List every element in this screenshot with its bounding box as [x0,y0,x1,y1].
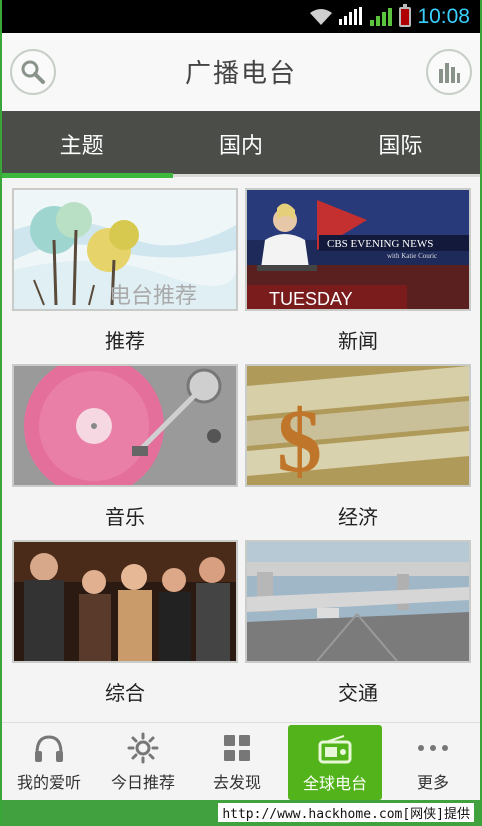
signal-3g-icon [339,6,363,25]
battery-low-icon [399,3,412,27]
news-image-caption-3: TUESDAY [269,289,353,309]
nav-my-favorites[interactable]: 我的爱听 [2,723,96,800]
nav-more[interactable]: 更多 [386,723,480,800]
tab-bar: 主题 国内 国际 [2,111,480,177]
nav-global-radio[interactable]: 全球电台 [288,725,382,800]
nav-label: 去发现 [212,772,261,792]
category-news[interactable]: CBS EVENING NEWS with Katie Couric TUESD… [245,188,471,354]
economy-thumbnail: $ [245,364,471,487]
category-label: 经济 [338,505,378,529]
category-general[interactable]: 综合 [12,540,238,706]
category-label: 综合 [105,681,145,705]
equalizer-icon [439,63,460,83]
clock: 10:08 [417,4,470,28]
category-traffic[interactable]: 交通 [245,540,471,706]
sun-icon [127,732,159,763]
category-economy[interactable]: $ 经济 [245,364,471,530]
news-image-caption-2: with Katie Couric [387,252,437,260]
bottom-nav: 我的爱听 今日推荐 去发现 全球电台 更多 [2,722,480,800]
music-illustration [14,366,236,485]
title-bar: 广播电台 [2,33,480,111]
category-label: 音乐 [105,505,145,529]
category-grid: 电台推荐 推荐 CBS EVENING NEWS with Katie Cour… [2,178,480,722]
music-thumbnail [12,364,238,487]
traffic-thumbnail [245,540,471,663]
app-frame: 10:08 广播电台 主题 国内 国际 电台推荐 推荐 CBS EVENING … [0,0,482,826]
status-bar: 10:08 [2,0,480,33]
nav-label: 我的爱听 [16,772,81,792]
category-label: 交通 [338,681,378,705]
category-label: 新闻 [338,329,378,353]
category-recommend[interactable]: 电台推荐 推荐 [12,188,238,354]
more-dots-icon [418,744,448,751]
nav-today-recommend[interactable]: 今日推荐 [96,723,190,800]
news-illustration: CBS EVENING NEWS with Katie Couric TUESD… [247,190,469,309]
footer-bar: http://www.hackhome.com[网侠]提供 [2,800,480,826]
equalizer-button[interactable] [426,49,472,95]
nav-label: 今日推荐 [110,772,175,792]
status-icons: 10:08 [309,3,470,29]
nav-label: 更多 [416,772,449,792]
svg-text:$: $ [277,392,322,485]
traffic-illustration [247,542,469,661]
category-music[interactable]: 音乐 [12,364,238,530]
headphones-icon [35,734,63,762]
economy-illustration: $ [247,366,469,485]
tab-domestic[interactable]: 国内 [161,111,320,177]
radio-icon [318,734,352,763]
nav-label: 全球电台 [302,773,367,793]
category-label: 推荐 [105,329,145,353]
watermark-text: http://www.hackhome.com[网侠]提供 [218,803,474,822]
general-thumbnail [12,540,238,663]
news-image-caption: CBS EVENING NEWS [327,238,433,250]
tab-international[interactable]: 国际 [321,111,480,177]
page-title: 广播电台 [184,59,297,89]
signal-bars-icon [370,7,393,26]
tab-theme[interactable]: 主题 [2,111,161,177]
news-thumbnail: CBS EVENING NEWS with Katie Couric TUESD… [245,188,471,311]
nav-discover[interactable]: 去发现 [190,723,284,800]
wifi-icon [310,8,333,25]
recommend-thumbnail: 电台推荐 [12,188,238,311]
recommend-illustration: 电台推荐 [14,190,236,309]
general-illustration [14,542,236,661]
recommend-image-caption: 电台推荐 [109,284,197,309]
grid-icon [224,734,250,761]
